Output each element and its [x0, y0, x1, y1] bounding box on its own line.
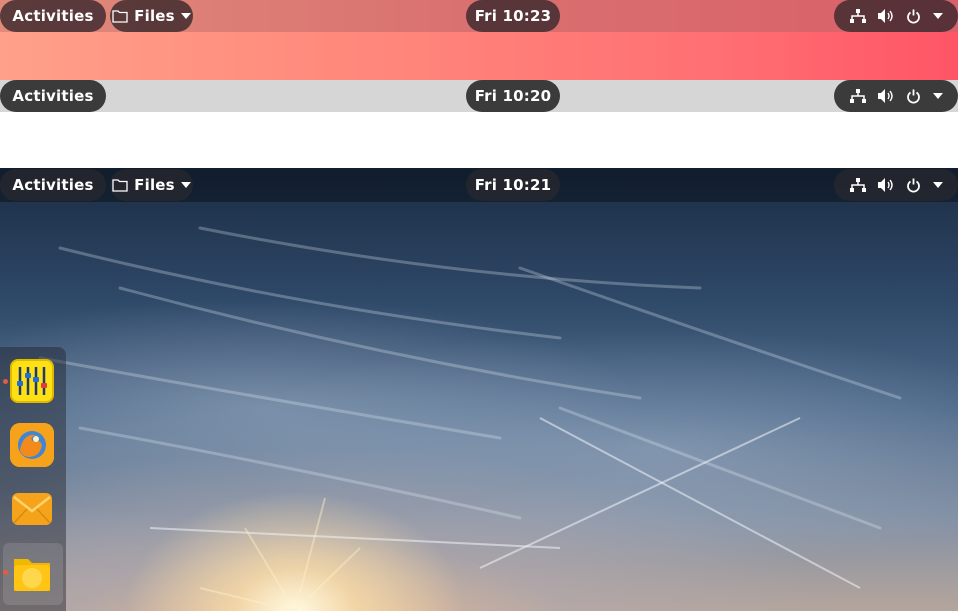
envelope-icon: [10, 487, 54, 531]
app-menu-label: Files: [134, 176, 175, 194]
power-icon: [906, 89, 921, 104]
top-bar: Activities Fri 10:20: [0, 80, 958, 112]
sliders-icon: [12, 361, 52, 401]
clock-label: Fri 10:20: [474, 87, 552, 105]
volume-icon: [878, 9, 894, 23]
activities-button[interactable]: Activities: [0, 0, 106, 32]
dock-item-firefox[interactable]: [10, 423, 54, 467]
desktop-preview-light: Activities Fri 10:20: [0, 80, 958, 168]
dock-item-equalizer[interactable]: [10, 359, 54, 403]
activities-button[interactable]: Activities: [0, 80, 106, 112]
app-menu-label: Files: [134, 7, 175, 25]
dock-item-mail[interactable]: [10, 487, 54, 531]
clock-label: Fri 10:23: [474, 7, 552, 25]
menu-arrow-icon: [933, 182, 943, 188]
running-indicator: [3, 379, 8, 384]
clock-button[interactable]: Fri 10:23: [466, 0, 560, 32]
activities-label: Activities: [12, 87, 94, 105]
sky-wallpaper: [38, 226, 902, 611]
dash-dock: [0, 347, 66, 611]
activities-button[interactable]: Activities: [0, 169, 106, 201]
system-tray[interactable]: [834, 0, 958, 32]
activities-label: Activities: [12, 7, 94, 25]
network-icon: [850, 178, 866, 192]
top-bar: Activities Files Fri 10:21: [0, 168, 958, 202]
power-icon: [906, 9, 921, 24]
menu-arrow-icon: [933, 93, 943, 99]
system-tray[interactable]: [834, 169, 958, 201]
desktop-preview-wallpaper: Activities Files Fri 10:21: [0, 168, 958, 611]
app-menu-button[interactable]: Files: [110, 169, 193, 201]
running-indicator: [3, 570, 8, 575]
network-icon: [850, 9, 866, 23]
network-icon: [850, 89, 866, 103]
top-bar: Activities Files Fri 10:23: [0, 0, 958, 32]
chevron-down-icon: [180, 182, 191, 188]
clock-button[interactable]: Fri 10:20: [466, 80, 560, 112]
folder-icon: [10, 551, 54, 595]
folder-icon: [112, 9, 128, 23]
desktop-preview-pink: Activities Files Fri 10:23: [0, 0, 958, 80]
clock-label: Fri 10:21: [474, 176, 552, 194]
menu-arrow-icon: [933, 13, 943, 19]
power-icon: [906, 178, 921, 193]
system-tray[interactable]: [834, 80, 958, 112]
dock-item-files[interactable]: [10, 551, 54, 595]
app-menu-button[interactable]: Files: [110, 0, 193, 32]
volume-icon: [878, 178, 894, 192]
clock-button[interactable]: Fri 10:21: [466, 169, 560, 201]
folder-icon: [112, 178, 128, 192]
volume-icon: [878, 89, 894, 103]
activities-label: Activities: [12, 176, 94, 194]
chevron-down-icon: [180, 13, 191, 19]
firefox-icon: [10, 423, 54, 467]
